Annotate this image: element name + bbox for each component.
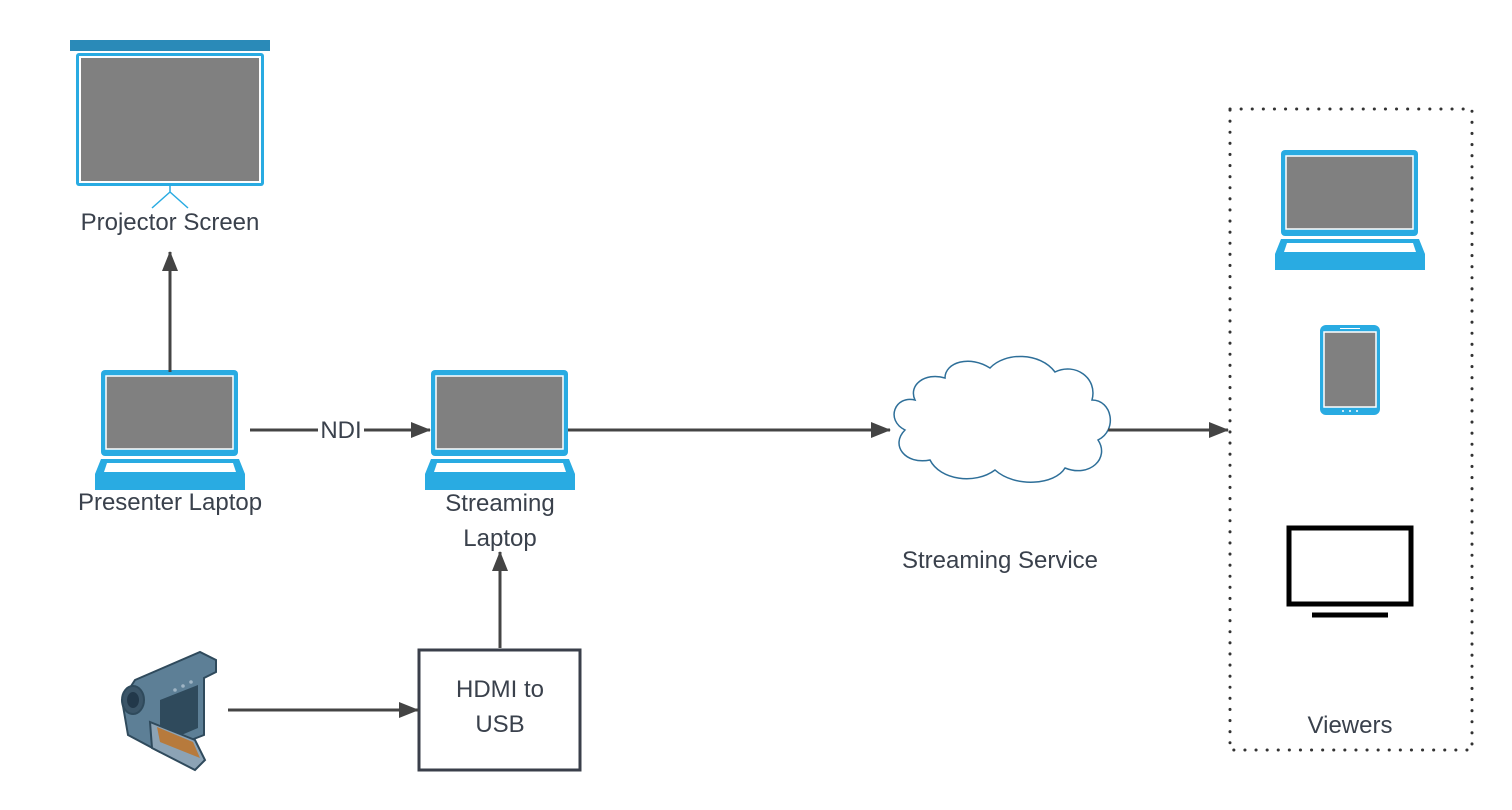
streaming-laptop-icon bbox=[425, 370, 575, 490]
viewers-label: Viewers bbox=[1308, 712, 1393, 739]
projector-screen-label: Projector Screen bbox=[81, 209, 260, 236]
tablet-icon bbox=[1320, 325, 1380, 415]
streaming-laptop-label-line1: Streaming bbox=[445, 490, 554, 517]
video-camera-icon bbox=[120, 650, 217, 772]
tv-monitor-icon bbox=[1286, 525, 1414, 618]
cloud-icon bbox=[893, 355, 1112, 483]
hdmi-label-line1: HDMI to bbox=[456, 676, 544, 703]
presenter-laptop-icon bbox=[95, 370, 245, 490]
ndi-label: NDI bbox=[320, 417, 361, 444]
hdmi-label-line2: USB bbox=[475, 711, 524, 738]
streaming-service-label: Streaming Service bbox=[902, 547, 1098, 574]
diagram-canvas: Projector Screen Presenter Laptop Stream… bbox=[70, 40, 1474, 772]
viewer-laptop-icon bbox=[1275, 150, 1425, 270]
streaming-laptop-label-line2: Laptop bbox=[463, 525, 536, 552]
hdmi-to-usb-box bbox=[417, 648, 582, 772]
presenter-laptop-label: Presenter Laptop bbox=[78, 489, 262, 516]
projector-screen-icon bbox=[70, 40, 270, 209]
